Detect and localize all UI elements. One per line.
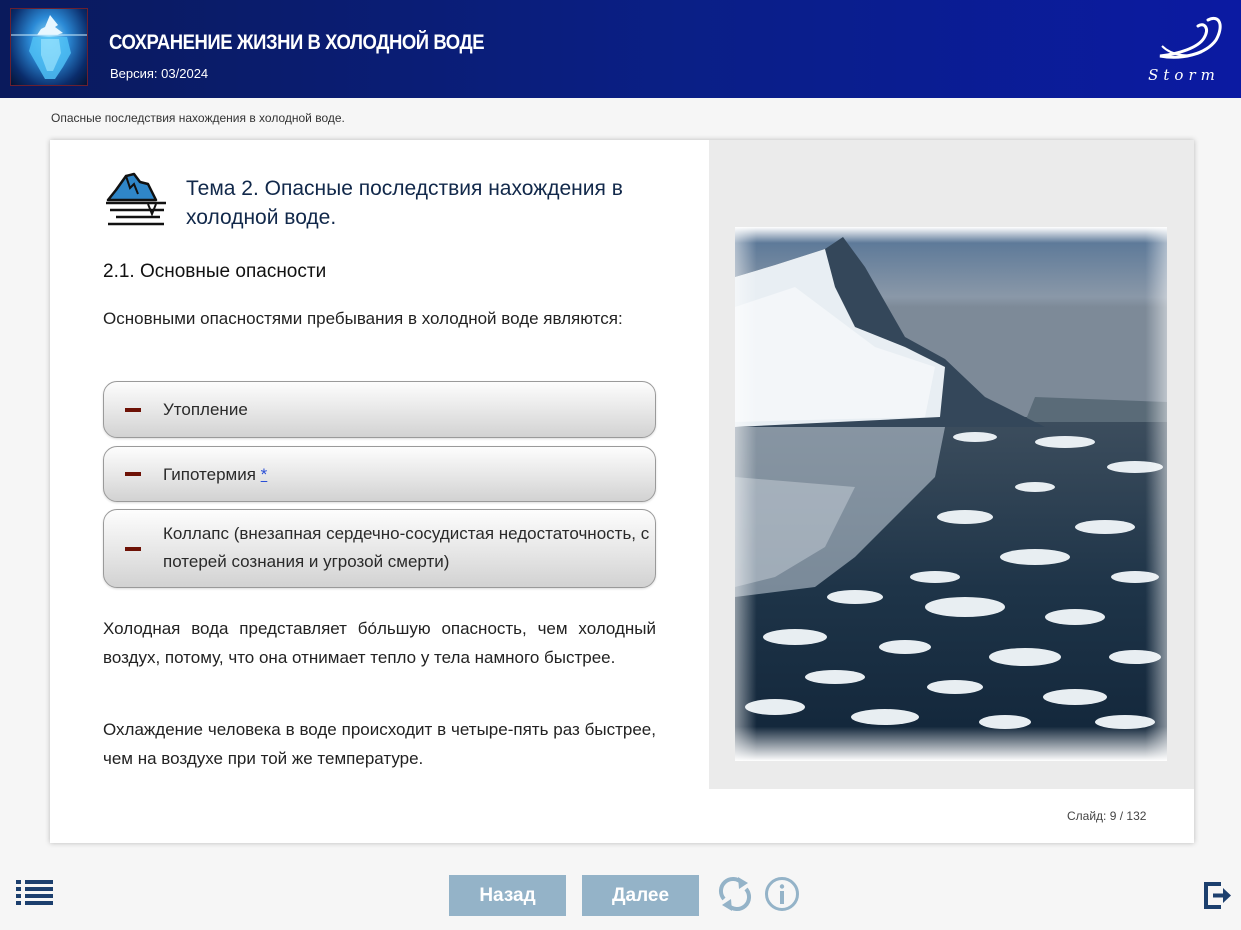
course-title: СОХРАНЕНИЕ ЖИЗНИ В ХОЛОДНОЙ ВОДЕ bbox=[109, 31, 485, 54]
course-version: Версия: 03/2024 bbox=[110, 66, 209, 81]
course-thumbnail bbox=[10, 8, 88, 86]
topic-title: Тема 2. Опасные последствия нахождения в… bbox=[186, 177, 623, 229]
breadcrumb: Опасные последствия нахождения в холодно… bbox=[51, 111, 345, 125]
image-panel bbox=[709, 140, 1194, 789]
info-icon[interactable] bbox=[764, 876, 800, 912]
hazard-label-wrap: Гипотермия * bbox=[163, 461, 267, 489]
reload-icon[interactable] bbox=[716, 875, 754, 913]
dash-icon bbox=[125, 546, 141, 551]
brand-wordmark: Storm bbox=[1148, 66, 1220, 84]
storm-logo: Storm bbox=[1148, 17, 1222, 84]
paragraph: Холодная вода представляет бо́льшую опас… bbox=[103, 619, 656, 667]
exit-icon[interactable] bbox=[1203, 881, 1232, 910]
app-header: СОХРАНЕНИЕ ЖИЗНИ В ХОЛОДНОЙ ВОДЕ Версия:… bbox=[0, 0, 1241, 98]
intro-text: Основными опасностями пребывания в холод… bbox=[103, 309, 623, 328]
dash-icon bbox=[125, 472, 141, 476]
hazard-item-hypothermia: Гипотермия * bbox=[103, 446, 656, 502]
menu-icon[interactable] bbox=[16, 880, 53, 905]
slide-content: Тема 2. Опасные последствия нахождения в… bbox=[50, 140, 1194, 843]
hazard-item-collapse: Коллапс (внезапная сердечно-сосудистая н… bbox=[103, 509, 656, 588]
next-button[interactable]: Далее bbox=[582, 875, 699, 916]
dash-icon bbox=[125, 407, 141, 412]
back-button[interactable]: Назад bbox=[449, 875, 566, 916]
paragraph: Охлаждение человека в воде происходит в … bbox=[103, 720, 656, 768]
section-title: 2.1. Основные опасности bbox=[103, 261, 327, 282]
hypothermia-footnote-link[interactable]: * bbox=[261, 465, 268, 484]
iceberg-icon bbox=[106, 172, 166, 226]
iceberg-photo bbox=[735, 227, 1167, 761]
slide-counter: Слайд: 9 / 132 bbox=[1067, 809, 1147, 823]
hazard-label: Гипотермия bbox=[163, 465, 256, 484]
hazard-label: Коллапс (внезапная сердечно-сосудистая н… bbox=[163, 524, 650, 571]
hazard-label: Утопление bbox=[163, 400, 248, 419]
hazard-item-drowning: Утопление bbox=[103, 381, 656, 438]
